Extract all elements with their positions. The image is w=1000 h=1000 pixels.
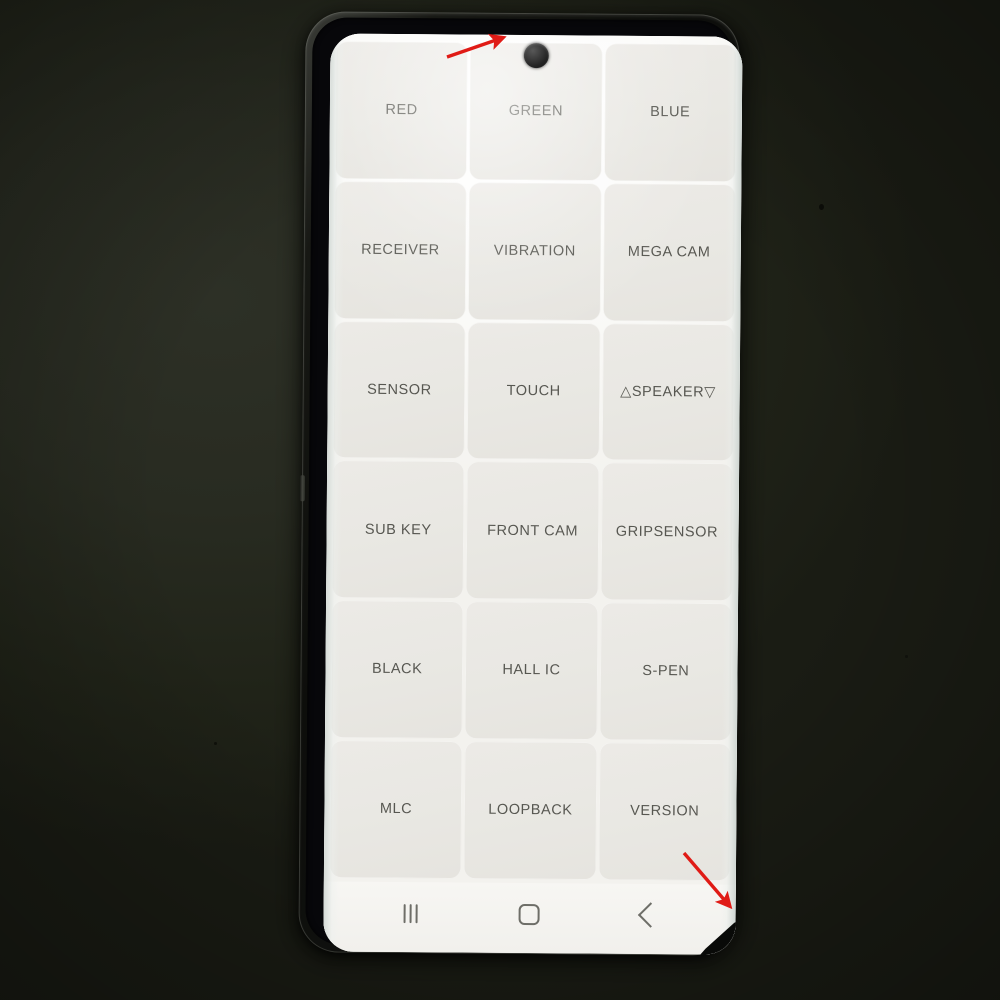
tile-sensor[interactable]: SENSOR [333, 321, 466, 460]
back-icon [638, 902, 664, 928]
nav-back-button[interactable] [619, 896, 677, 934]
tile-label: BLUE [650, 104, 691, 121]
tile-blue[interactable]: BLUE [604, 43, 737, 182]
tile-hall-ic[interactable]: HALL IC [465, 601, 598, 740]
tile-red[interactable]: RED [335, 41, 468, 180]
tile-label: LOOPBACK [488, 801, 573, 819]
tile-label: BLACK [371, 661, 423, 678]
backdrop-speck [819, 204, 824, 210]
tile-label: MEGA CAM [627, 243, 711, 261]
backdrop-speck [905, 655, 908, 658]
tile-label: GREEN [508, 102, 564, 120]
tile-s-pen[interactable]: S-PEN [599, 602, 733, 741]
tile-label: S-PEN [642, 663, 690, 680]
tile-vibration[interactable]: VIBRATION [468, 182, 602, 321]
home-icon [519, 903, 541, 925]
phone-bezel: RED GREEN BLUE RECEIVER VIBRATION MEGA CAM SEN… [305, 17, 743, 955]
tile-label: TOUCH [506, 382, 561, 400]
factory-test-grid: RED GREEN BLUE RECEIVER VIBRATION MEGA CAM SEN… [328, 40, 739, 883]
tile-loopback[interactable]: LOOPBACK [464, 741, 597, 880]
tile-mlc[interactable]: MLC [329, 740, 463, 879]
tile-label: HALL IC [502, 662, 561, 679]
tile-label: FRONT CAM [487, 522, 579, 540]
tile-label: SENSOR [367, 381, 432, 399]
tile-front-cam[interactable]: FRONT CAM [466, 462, 599, 600]
tile-label: RED [385, 102, 418, 119]
tile-label: △SPEAKER▽ [620, 383, 716, 401]
tile-mega-cam[interactable]: MEGA CAM [602, 183, 736, 322]
tile-touch[interactable]: TOUCH [467, 322, 600, 461]
tile-label: MLC [379, 801, 413, 818]
tile-label: GRIPSENSOR [615, 523, 719, 541]
phone-device: RED GREEN BLUE RECEIVER VIBRATION MEGA CAM SEN… [292, 6, 748, 964]
screenshot-canvas: RED GREEN BLUE RECEIVER VIBRATION MEGA CAM SEN… [0, 0, 1000, 1000]
android-navigation-bar [323, 881, 736, 955]
tile-label: VERSION [630, 803, 700, 820]
tile-black[interactable]: BLACK [330, 600, 464, 739]
nav-recents-button[interactable] [382, 894, 440, 932]
recents-icon [403, 903, 419, 923]
backdrop-speck [214, 742, 217, 745]
phone-screen: RED GREEN BLUE RECEIVER VIBRATION MEGA CAM SEN… [323, 33, 743, 955]
tile-sub-key[interactable]: SUB KEY [332, 461, 465, 599]
tile-label: RECEIVER [361, 241, 440, 259]
phone-frame: RED GREEN BLUE RECEIVER VIBRATION MEGA CAM SEN… [298, 11, 743, 956]
tile-label: SUB KEY [364, 521, 432, 538]
tile-version[interactable]: VERSION [598, 742, 731, 881]
tile-speaker[interactable]: △SPEAKER▽ [601, 323, 735, 462]
tile-receiver[interactable]: RECEIVER [334, 181, 467, 320]
nav-home-button[interactable] [500, 895, 558, 933]
front-camera-punch-hole-icon [523, 43, 549, 69]
tile-label: VIBRATION [493, 242, 576, 260]
tile-gripsensor[interactable]: GRIPSENSOR [600, 463, 734, 601]
side-edge-sliver [299, 475, 306, 502]
